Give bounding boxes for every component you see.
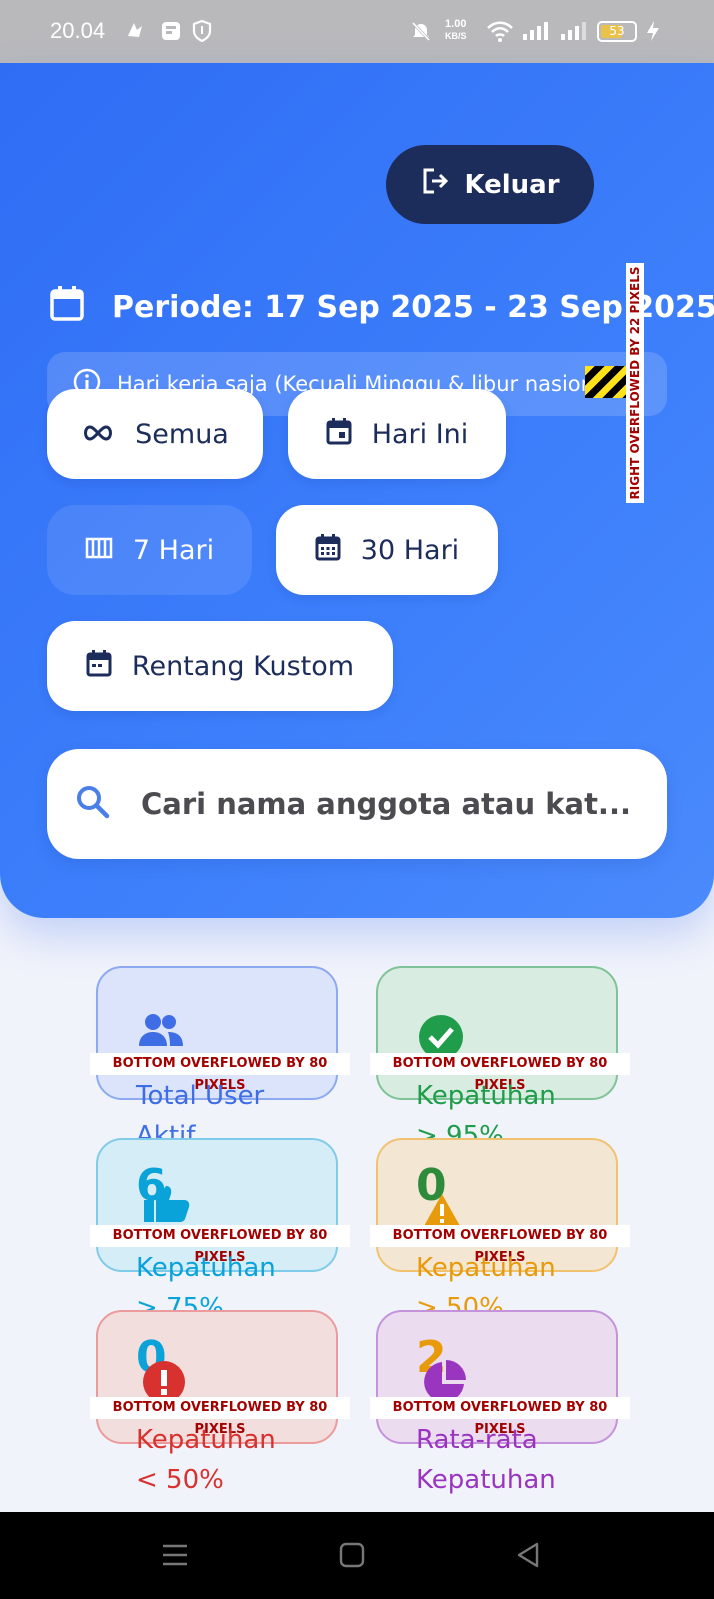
infinity-icon — [81, 419, 115, 450]
card-total-user-line1: Total User — [136, 1081, 265, 1111]
battery-icon: 53 — [597, 21, 637, 42]
mute-icon — [410, 20, 432, 46]
filter-7days-label: 7 Hari — [132, 534, 215, 566]
filter-today-label: Hari Ini — [371, 418, 469, 450]
calendar-icon — [50, 285, 84, 329]
card-compliance-50[interactable]: 0 BOTTOM OVERFLOWED BY 80 PIXELS Kepatuh… — [370, 1138, 630, 1323]
logout-label: Keluar — [464, 169, 560, 200]
overflow-warning-stripe — [585, 366, 627, 398]
header-panel: Keluar Periode: 17 Sep 2025 - 23 Sep 202… — [0, 63, 714, 918]
card-compliance-75[interactable]: 6 BOTTOM OVERFLOWED BY 80 PIXELS Kepatuh… — [90, 1138, 350, 1323]
date-range-icon — [86, 649, 112, 684]
card-compliance-95-line1: Kepatuhan — [416, 1081, 556, 1111]
card-average-line1: Rata-rata — [416, 1425, 538, 1455]
calendar-today-icon — [326, 417, 352, 452]
week-view-icon — [85, 535, 113, 566]
overflow-warning-bottom: BOTTOM OVERFLOWED BY 80 PIXELS — [370, 1053, 630, 1093]
card-compliance-low[interactable]: 0 BOTTOM OVERFLOWED BY 80 PIXELS Kepatuh… — [90, 1310, 350, 1495]
overflow-warning-right: RIGHT OVERFLOWED BY 22 PIXELS — [626, 263, 644, 503]
card-average-line2: Kepatuhan — [416, 1465, 556, 1495]
system-nav-bar — [0, 1512, 714, 1599]
users-icon — [138, 1012, 184, 1052]
filter-today-chip[interactable]: Hari Ini — [288, 389, 506, 479]
period-display: Periode: 17 Sep 2025 - 23 Sep 2025 — [50, 285, 714, 329]
logout-button[interactable]: Keluar — [386, 145, 594, 224]
overflow-warning-bottom: BOTTOM OVERFLOWED BY 80 PIXELS — [370, 1397, 630, 1437]
app-notification-icon-2 — [160, 20, 182, 46]
overflow-warning-right-text: RIGHT OVERFLOWED BY 22 PIXELS — [628, 266, 642, 500]
filter-custom-range-chip[interactable]: Rentang Kustom — [47, 621, 393, 711]
shield-icon — [192, 19, 212, 46]
card-average-label: Rata-rata Kepatuhan — [416, 1420, 556, 1500]
signal-icon-2 — [560, 20, 588, 46]
filter-7days-chip[interactable]: 7 Hari — [47, 505, 252, 595]
card-total-user[interactable]: BOTTOM OVERFLOWED BY 80 PIXELS Total Use… — [90, 966, 350, 1151]
net-speed-unit: KB/S — [445, 31, 467, 41]
card-compliance-low-line2: < 50% — [136, 1465, 224, 1495]
calendar-month-icon — [315, 533, 341, 568]
filter-custom-range-label: Rentang Kustom — [131, 650, 355, 682]
wifi-icon — [486, 20, 514, 46]
battery-level: 53 — [609, 24, 625, 38]
app-notification-icon — [125, 20, 145, 44]
card-compliance-75-line1: Kepatuhan — [136, 1253, 276, 1283]
home-nav-icon[interactable] — [339, 1542, 365, 1572]
overflow-warning-bottom: BOTTOM OVERFLOWED BY 80 PIXELS — [90, 1397, 350, 1437]
network-speed: 1.00 KB/S — [445, 18, 467, 42]
menu-nav-icon[interactable] — [162, 1542, 188, 1572]
card-average-compliance[interactable]: 2 BOTTOM OVERFLOWED BY 80 PIXELS Rata-ra… — [370, 1310, 630, 1495]
status-time: 20.04 — [50, 18, 106, 43]
back-nav-icon[interactable] — [515, 1542, 541, 1572]
search-placeholder: Cari nama anggota atau kat... — [141, 787, 631, 821]
charging-icon — [646, 20, 660, 46]
filter-all-chip[interactable]: Semua — [47, 389, 263, 479]
overflow-warning-bottom: BOTTOM OVERFLOWED BY 80 PIXELS — [370, 1225, 630, 1265]
card-compliance-low-label: Kepatuhan < 50% — [136, 1420, 276, 1500]
filter-all-label: Semua — [135, 418, 229, 450]
thumbs-up-icon — [142, 1184, 192, 1228]
period-text: Periode: 17 Sep 2025 - 23 Sep 2025 — [112, 289, 714, 325]
overflow-warning-bottom: BOTTOM OVERFLOWED BY 80 PIXELS — [90, 1053, 350, 1093]
search-icon — [75, 784, 111, 824]
card-compliance-low-line1: Kepatuhan — [136, 1425, 276, 1455]
card-compliance-50-line1: Kepatuhan — [416, 1253, 556, 1283]
logout-icon — [420, 166, 450, 203]
filter-30days-label: 30 Hari — [360, 534, 460, 566]
card-compliance-95[interactable]: BOTTOM OVERFLOWED BY 80 PIXELS Kepatuhan… — [370, 966, 630, 1151]
status-bar: 20.04 1.00 KB/S 53 — [0, 0, 714, 63]
net-speed-value: 1.00 — [445, 18, 467, 30]
search-input[interactable]: Cari nama anggota atau kat... — [47, 749, 667, 859]
signal-icon-1 — [522, 20, 550, 46]
filter-30days-chip[interactable]: 30 Hari — [276, 505, 498, 595]
overflow-warning-bottom: BOTTOM OVERFLOWED BY 80 PIXELS — [90, 1225, 350, 1265]
